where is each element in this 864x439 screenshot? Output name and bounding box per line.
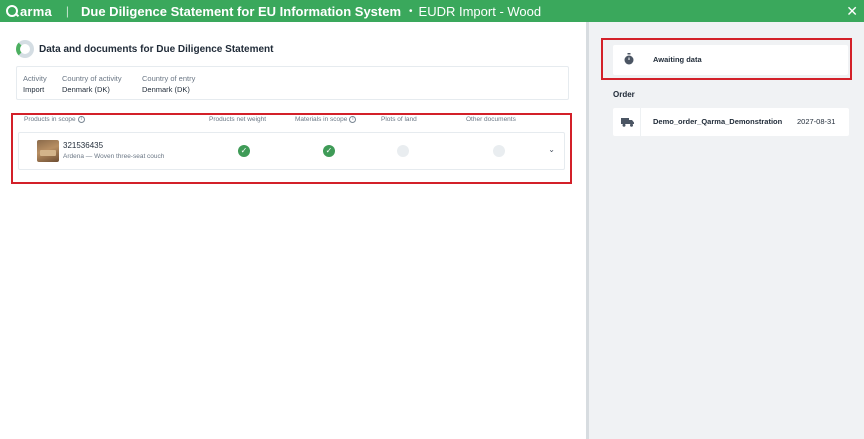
order-name[interactable]: Demo_order_Qarma_Demonstration	[653, 117, 782, 126]
main-panel: Data and documents for Due Diligence Sta…	[0, 22, 586, 439]
chevron-down-icon[interactable]: ⌄	[548, 145, 555, 154]
status-card: Awaiting data	[613, 45, 848, 75]
close-icon[interactable]: ✕	[846, 3, 858, 20]
col-header-products-in-scope: Products in scope i	[24, 116, 85, 123]
order-icon-box	[613, 108, 641, 136]
page-title: Due Diligence Statement for EU Informati…	[81, 3, 402, 19]
country-of-entry-column: Country of entry Denmark (DK)	[142, 73, 195, 95]
truck-icon	[621, 118, 634, 127]
progress-ring-icon	[16, 40, 34, 58]
documents-pending-icon	[493, 145, 505, 157]
product-id: 321536435	[63, 141, 104, 150]
page-subtitle: EUDR Import - Wood	[418, 3, 542, 19]
product-description: Ardena — Woven three-seat couch	[63, 153, 165, 160]
col-header-other-documents: Other documents	[466, 116, 516, 123]
header-bullet: •	[409, 5, 413, 17]
logo-q-mark	[6, 5, 18, 17]
info-icon[interactable]: i	[77, 116, 85, 123]
stopwatch-icon	[624, 53, 634, 65]
country-of-activity-column: Country of activity Denmark (DK)	[62, 73, 122, 95]
section-title: Data and documents for Due Diligence Sta…	[39, 43, 274, 55]
country-of-entry-label: Country of entry	[142, 74, 196, 83]
activity-info-box: Activity Import Country of activity Denm…	[16, 66, 569, 100]
products-in-scope-label: Products in scope	[24, 116, 76, 124]
activity-label: Activity	[23, 74, 47, 83]
section-header: Data and documents for Due Diligence Sta…	[16, 40, 274, 58]
plots-pending-icon	[397, 145, 409, 157]
order-date: 2027-08-31	[797, 117, 836, 126]
col-header-plots-of-land: Plots of land	[381, 116, 417, 123]
country-of-activity-value: Denmark (DK)	[62, 85, 110, 94]
info-icon[interactable]: i	[349, 116, 357, 123]
activity-column: Activity Import	[23, 73, 47, 95]
net-weight-check-icon: ✓	[238, 145, 250, 157]
side-panel: Awaiting data Order Demo_order_Qarma_Dem…	[589, 22, 864, 439]
status-text: Awaiting data	[653, 55, 702, 64]
country-of-activity-label: Country of activity	[62, 74, 122, 83]
logo-text: arma	[20, 3, 52, 19]
materials-in-scope-label: Materials in scope	[295, 116, 348, 124]
country-of-entry-value: Denmark (DK)	[142, 85, 190, 94]
col-header-materials-in-scope: Materials in scope i	[295, 116, 357, 124]
activity-value: Import	[23, 85, 45, 94]
col-header-products-net-weight: Products net weight	[209, 116, 267, 123]
product-thumbnail	[37, 140, 59, 162]
app-header: arma | Due Diligence Statement for EU In…	[0, 0, 864, 22]
qarma-logo: arma	[6, 4, 52, 19]
materials-check-icon: ✓	[323, 145, 335, 157]
order-card[interactable]: Demo_order_Qarma_Demonstration 2027-08-3…	[613, 108, 849, 136]
header-separator: |	[65, 4, 70, 18]
table-row[interactable]: 321536435 Ardena — Woven three-seat couc…	[18, 132, 565, 170]
order-section-title: Order	[613, 90, 635, 99]
